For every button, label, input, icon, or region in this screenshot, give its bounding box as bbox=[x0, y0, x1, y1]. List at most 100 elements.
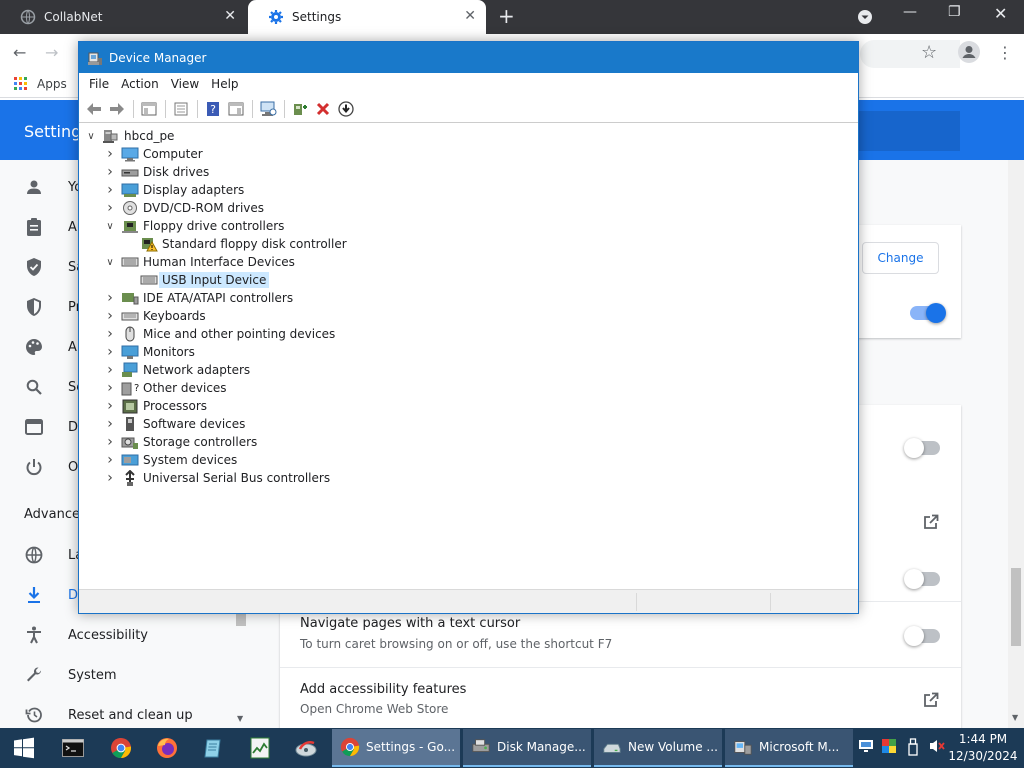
tree-category-dvd-cd-rom-drives[interactable]: › DVD/CD-ROM drives bbox=[103, 199, 264, 217]
collapsed-chevron-icon[interactable]: › bbox=[103, 416, 117, 432]
sidebar-item-you[interactable]: Yo bbox=[24, 177, 82, 197]
collapsed-chevron-icon[interactable]: › bbox=[103, 470, 117, 486]
scroll-down-arrow-icon[interactable]: ▼ bbox=[1012, 713, 1018, 722]
new-tab-button[interactable]: + bbox=[498, 5, 515, 27]
sidebar-item-appearance[interactable]: Ap bbox=[24, 337, 85, 357]
tree-category-keyboards[interactable]: › Keyboards bbox=[103, 307, 205, 325]
collapsed-chevron-icon[interactable]: › bbox=[103, 362, 117, 378]
expanded-chevron-icon[interactable]: ∨ bbox=[103, 257, 117, 268]
collapsed-chevron-icon[interactable]: › bbox=[103, 326, 117, 342]
collapsed-chevron-icon[interactable]: › bbox=[103, 182, 117, 198]
chrome-icon[interactable] bbox=[109, 736, 133, 760]
ask-where-to-save-toggle[interactable] bbox=[910, 303, 946, 323]
focus-highlight-toggle[interactable] bbox=[904, 569, 940, 589]
taskbar-task-new-volume[interactable]: New Volume ... bbox=[594, 729, 722, 767]
live-caption-toggle[interactable] bbox=[904, 438, 940, 458]
taskbar-task-chrome-settings[interactable]: Settings - Go... bbox=[332, 729, 460, 767]
tree-category-network-adapters[interactable]: › Network adapters bbox=[103, 361, 250, 379]
sidebar-scrollbar[interactable]: ▼ bbox=[234, 600, 246, 730]
sidebar-item-safety[interactable]: Sa bbox=[24, 257, 84, 277]
tree-category-floppy-drive-controllers[interactable]: ∨ Floppy drive controllers bbox=[103, 217, 284, 235]
tree-category-storage-controllers[interactable]: › Storage controllers bbox=[103, 433, 257, 451]
caret-browsing-toggle[interactable] bbox=[904, 626, 940, 646]
back-icon[interactable] bbox=[83, 98, 105, 120]
collapsed-chevron-icon[interactable]: › bbox=[103, 164, 117, 180]
restore-button[interactable]: ❐ bbox=[948, 4, 961, 20]
tree-category-other-devices[interactable]: ›? Other devices bbox=[103, 379, 226, 397]
tab-collabnet[interactable]: CollabNet ✕ bbox=[0, 0, 246, 34]
task-manager-icon[interactable] bbox=[248, 736, 272, 760]
tree-device-usb-input-device[interactable]: USB Input Device bbox=[122, 271, 270, 289]
tree-category-human-interface-devices[interactable]: ∨ Human Interface Devices bbox=[103, 253, 295, 271]
tray-usb-icon[interactable] bbox=[906, 738, 920, 759]
address-bar[interactable] bbox=[860, 40, 960, 68]
tree-category-mice-and-other-pointing-devices[interactable]: › Mice and other pointing devices bbox=[103, 325, 335, 343]
tray-color-icon[interactable] bbox=[881, 738, 897, 757]
firefox-icon[interactable] bbox=[155, 736, 179, 760]
tree-category-computer[interactable]: › Computer bbox=[103, 145, 202, 163]
windows-start-icon[interactable] bbox=[12, 736, 36, 760]
scan-hardware-icon[interactable] bbox=[257, 98, 279, 120]
collapsed-chevron-icon[interactable]: › bbox=[103, 344, 117, 360]
add-driver-icon[interactable] bbox=[289, 98, 311, 120]
sidebar-item-autofill[interactable]: Au bbox=[24, 217, 85, 237]
tray-network-icon[interactable] bbox=[858, 738, 874, 757]
forward-icon[interactable] bbox=[106, 98, 128, 120]
properties-icon[interactable] bbox=[170, 98, 192, 120]
forward-button[interactable]: → bbox=[45, 43, 58, 62]
chrome-menu-icon[interactable]: ⋮ bbox=[997, 43, 1013, 62]
update-driver-icon[interactable] bbox=[335, 98, 357, 120]
close-tab-icon[interactable]: ✕ bbox=[224, 8, 236, 24]
menu-view[interactable]: View bbox=[165, 77, 205, 91]
sidebar-item-languages[interactable]: La bbox=[24, 545, 83, 565]
menu-help[interactable]: Help bbox=[205, 77, 244, 91]
tab-search-icon[interactable] bbox=[857, 9, 873, 29]
menu-action[interactable]: Action bbox=[115, 77, 165, 91]
sidebar-item-accessibility[interactable]: Accessibility bbox=[24, 625, 148, 645]
bookmark-star-icon[interactable]: ☆ bbox=[921, 42, 937, 63]
scrollbar-thumb[interactable] bbox=[1011, 568, 1021, 646]
tree-root[interactable]: ∨ hbcd_pe bbox=[84, 127, 174, 145]
sidebar-item-system[interactable]: System bbox=[24, 665, 116, 685]
open-external-icon[interactable] bbox=[923, 692, 939, 708]
minimize-button[interactable]: — bbox=[903, 4, 917, 20]
collapsed-chevron-icon[interactable]: › bbox=[103, 398, 117, 414]
collapsed-chevron-icon[interactable]: › bbox=[103, 290, 117, 306]
tree-category-monitors[interactable]: › Monitors bbox=[103, 343, 195, 361]
page-scrollbar[interactable]: ▼ bbox=[1008, 160, 1024, 730]
expanded-chevron-icon[interactable]: ∨ bbox=[103, 221, 117, 232]
tools-icon[interactable] bbox=[294, 736, 318, 760]
tree-category-universal-serial-bus-controllers[interactable]: › Universal Serial Bus controllers bbox=[103, 469, 330, 487]
change-location-button[interactable]: Change bbox=[862, 242, 939, 274]
open-external-icon[interactable] bbox=[923, 514, 939, 530]
close-window-button[interactable]: ✕ bbox=[994, 4, 1007, 23]
close-tab-icon[interactable]: ✕ bbox=[464, 8, 476, 24]
back-button[interactable]: ← bbox=[13, 43, 26, 62]
tree-category-ide-ata-atapi-controllers[interactable]: › IDE ATA/ATAPI controllers bbox=[103, 289, 293, 307]
collapsed-chevron-icon[interactable]: › bbox=[103, 308, 117, 324]
collapsed-chevron-icon[interactable]: › bbox=[103, 200, 117, 216]
tree-category-display-adapters[interactable]: › Display adapters bbox=[103, 181, 244, 199]
help-icon[interactable]: ? bbox=[202, 98, 224, 120]
collapsed-chevron-icon[interactable]: › bbox=[103, 452, 117, 468]
tree-device-standard-floppy-disk-controller[interactable]: Standard floppy disk controller bbox=[122, 235, 347, 253]
sidebar-item-default-browser[interactable]: De bbox=[24, 417, 86, 437]
system-clock[interactable]: 1:44 PM 12/30/2024 bbox=[948, 731, 1018, 765]
collapsed-chevron-icon[interactable]: › bbox=[103, 146, 117, 162]
notepad-icon[interactable] bbox=[201, 736, 225, 760]
tree-category-processors[interactable]: › Processors bbox=[103, 397, 207, 415]
show-hide-tree-icon[interactable] bbox=[138, 98, 160, 120]
tree-category-system-devices[interactable]: › System devices bbox=[103, 451, 237, 469]
tab-settings[interactable]: Settings ✕ bbox=[248, 0, 486, 34]
tree-category-disk-drives[interactable]: › Disk drives bbox=[103, 163, 209, 181]
taskbar-task-mmc[interactable]: Microsoft M... bbox=[725, 729, 853, 767]
uninstall-icon[interactable] bbox=[312, 98, 334, 120]
collapsed-chevron-icon[interactable]: › bbox=[103, 380, 117, 396]
apps-shortcut[interactable]: Apps bbox=[14, 77, 67, 91]
sidebar-item-downloads[interactable]: Do bbox=[24, 585, 86, 605]
sidebar-item-search-engine[interactable]: Se bbox=[24, 377, 84, 397]
collapsed-chevron-icon[interactable]: › bbox=[103, 434, 117, 450]
sidebar-item-reset[interactable]: Reset and clean up bbox=[24, 705, 193, 725]
action-pane-icon[interactable] bbox=[225, 98, 247, 120]
tray-volume-muted-icon[interactable] bbox=[928, 738, 946, 757]
